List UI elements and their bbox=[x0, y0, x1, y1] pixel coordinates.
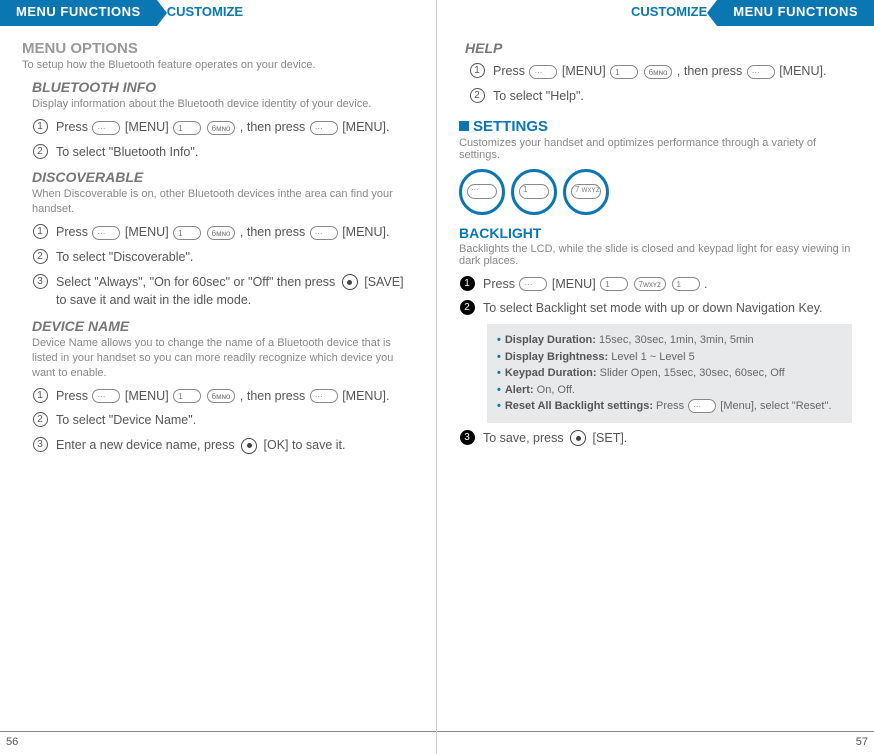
step-3-icon: 3 bbox=[460, 430, 475, 445]
step-3-icon: 3 bbox=[33, 274, 48, 289]
header-ribbon-left: MENU FUNCTIONS CUSTOMIZE bbox=[0, 0, 414, 26]
backlight-options-box: •Display Duration: 15sec, 30sec, 1min, 3… bbox=[487, 324, 852, 423]
softkey-icon bbox=[310, 226, 338, 240]
discoverable-heading: DISCOVERABLE bbox=[32, 169, 414, 185]
bl-step-3: 3 To save, press [SET]. bbox=[459, 429, 852, 448]
bl-step-3-text: To save, press [SET]. bbox=[483, 429, 852, 448]
softkey-icon bbox=[92, 389, 120, 403]
softkey-icon bbox=[747, 65, 775, 79]
dn-step-2-text: To select "Device Name". bbox=[56, 411, 414, 430]
key-6-icon: 6ᴍɴᴏ bbox=[207, 121, 236, 135]
key-1-icon: 1 bbox=[173, 226, 201, 240]
bl-step-1-text: Press [MENU] 1 7ᴡxʏz 1 . bbox=[483, 275, 852, 294]
step-2-icon: 2 bbox=[460, 300, 475, 315]
key-1-icon: 1 bbox=[610, 65, 638, 79]
key-1-icon: 1 bbox=[672, 277, 700, 291]
softkey-icon bbox=[529, 65, 557, 79]
disc-step-2-text: To select "Discoverable". bbox=[56, 248, 414, 267]
step-1-icon: 1 bbox=[33, 224, 48, 239]
center-key-icon bbox=[342, 274, 358, 290]
device-name-heading: DEVICE NAME bbox=[32, 318, 414, 334]
settings-desc: Customizes your handset and optimizes pe… bbox=[459, 137, 852, 161]
discoverable-desc: When Discoverable is on, other Bluetooth… bbox=[32, 187, 414, 217]
page-number-56: 56 bbox=[6, 736, 18, 748]
footer-rule bbox=[0, 731, 436, 732]
page-56: MENU FUNCTIONS CUSTOMIZE MENU OPTIONS To… bbox=[0, 0, 437, 754]
step-2-icon: 2 bbox=[470, 88, 485, 103]
bt-step-1: 1 Press [MENU] 1 6ᴍɴᴏ , then press [MENU… bbox=[32, 118, 414, 137]
softkey-icon bbox=[310, 389, 338, 403]
softkey-icon bbox=[310, 121, 338, 135]
key-6-icon: 6ᴍɴᴏ bbox=[644, 65, 673, 79]
bl-step-2: 2 To select Backlight set mode with up o… bbox=[459, 299, 852, 318]
center-key-icon bbox=[570, 430, 586, 446]
disc-step-1-text: Press [MENU] 1 6ᴍɴᴏ , then press [MENU]. bbox=[56, 223, 414, 242]
bt-step-1-text: Press [MENU] 1 6ᴍɴᴏ , then press [MENU]. bbox=[56, 118, 414, 137]
key-softkey-icon: ··· bbox=[459, 169, 505, 215]
dn-step-1: 1 Press [MENU] 1 6ᴍɴᴏ , then press [MENU… bbox=[32, 387, 414, 406]
step-1-icon: 1 bbox=[33, 119, 48, 134]
backlight-desc: Backlights the LCD, while the slide is c… bbox=[459, 243, 852, 267]
bt-step-2-text: To select "Bluetooth Info". bbox=[56, 143, 414, 162]
page-number-57: 57 bbox=[856, 736, 868, 748]
key-1-icon: 1 bbox=[173, 121, 201, 135]
key-1-icon: 1 bbox=[173, 389, 201, 403]
dn-step-1-text: Press [MENU] 1 6ᴍɴᴏ , then press [MENU]. bbox=[56, 387, 414, 406]
step-1-icon: 1 bbox=[470, 63, 485, 78]
help-step-2-text: To select "Help". bbox=[493, 87, 852, 106]
ribbon-menu-functions: MENU FUNCTIONS bbox=[717, 0, 874, 26]
menu-options-desc: To setup how the Bluetooth feature opera… bbox=[22, 59, 414, 71]
key-6-icon: 6ᴍɴᴏ bbox=[207, 226, 236, 240]
disc-step-3: 3 Select "Always", "On for 60sec" or "Of… bbox=[32, 273, 414, 311]
dn-step-3-text: Enter a new device name, press [OK] to s… bbox=[56, 436, 414, 455]
help-step-1-text: Press [MENU] 1 6ᴍɴᴏ , then press [MENU]. bbox=[493, 62, 852, 81]
step-1-icon: 1 bbox=[460, 276, 475, 291]
bl-step-1: 1 Press [MENU] 1 7ᴡxʏz 1 . bbox=[459, 275, 852, 294]
dn-step-3: 3 Enter a new device name, press [OK] to… bbox=[32, 436, 414, 455]
help-step-2: 2 To select "Help". bbox=[469, 87, 852, 106]
disc-step-3-text: Select "Always", "On for 60sec" or "Off"… bbox=[56, 273, 414, 311]
step-2-icon: 2 bbox=[33, 144, 48, 159]
center-key-icon bbox=[241, 438, 257, 454]
dn-step-2: 2 To select "Device Name". bbox=[32, 411, 414, 430]
step-1-icon: 1 bbox=[33, 388, 48, 403]
device-name-desc: Device Name allows you to change the nam… bbox=[32, 336, 414, 381]
key-1-icon: 1 bbox=[600, 277, 628, 291]
disc-step-1: 1 Press [MENU] 1 6ᴍɴᴏ , then press [MENU… bbox=[32, 223, 414, 242]
bl-step-2-text: To select Backlight set mode with up or … bbox=[483, 299, 852, 318]
key-7-icon: 7 ᴡxʏz bbox=[563, 169, 609, 215]
step-2-icon: 2 bbox=[33, 412, 48, 427]
settings-heading: SETTINGS bbox=[459, 118, 852, 135]
disc-step-2: 2 To select "Discoverable". bbox=[32, 248, 414, 267]
ribbon-menu-functions: MENU FUNCTIONS bbox=[0, 0, 157, 26]
key-6-icon: 6ᴍɴᴏ bbox=[207, 389, 236, 403]
softkey-icon bbox=[519, 277, 547, 291]
key-1-icon: 1 bbox=[511, 169, 557, 215]
bluetooth-info-heading: BLUETOOTH INFO bbox=[32, 79, 414, 95]
section-marker-icon bbox=[459, 121, 469, 131]
breadcrumb-customize: CUSTOMIZE bbox=[157, 0, 253, 26]
bt-step-2: 2 To select "Bluetooth Info". bbox=[32, 143, 414, 162]
bluetooth-info-desc: Display information about the Bluetooth … bbox=[32, 97, 414, 112]
key-sequence: ··· 1 7 ᴡxʏz bbox=[459, 169, 852, 215]
breadcrumb-customize: CUSTOMIZE bbox=[621, 0, 717, 26]
softkey-icon bbox=[688, 399, 716, 413]
help-step-1: 1 Press [MENU] 1 6ᴍɴᴏ , then press [MENU… bbox=[469, 62, 852, 81]
step-3-icon: 3 bbox=[33, 437, 48, 452]
menu-options-heading: MENU OPTIONS bbox=[22, 40, 414, 57]
softkey-icon bbox=[92, 121, 120, 135]
softkey-icon bbox=[92, 226, 120, 240]
backlight-heading: BACKLIGHT bbox=[459, 225, 852, 241]
page-57: CUSTOMIZE MENU FUNCTIONS HELP 1 Press [M… bbox=[437, 0, 874, 754]
step-2-icon: 2 bbox=[33, 249, 48, 264]
key-7-icon: 7ᴡxʏz bbox=[634, 277, 666, 291]
header-ribbon-right: CUSTOMIZE MENU FUNCTIONS bbox=[459, 0, 874, 26]
help-heading: HELP bbox=[465, 40, 852, 56]
footer-rule bbox=[437, 731, 874, 732]
